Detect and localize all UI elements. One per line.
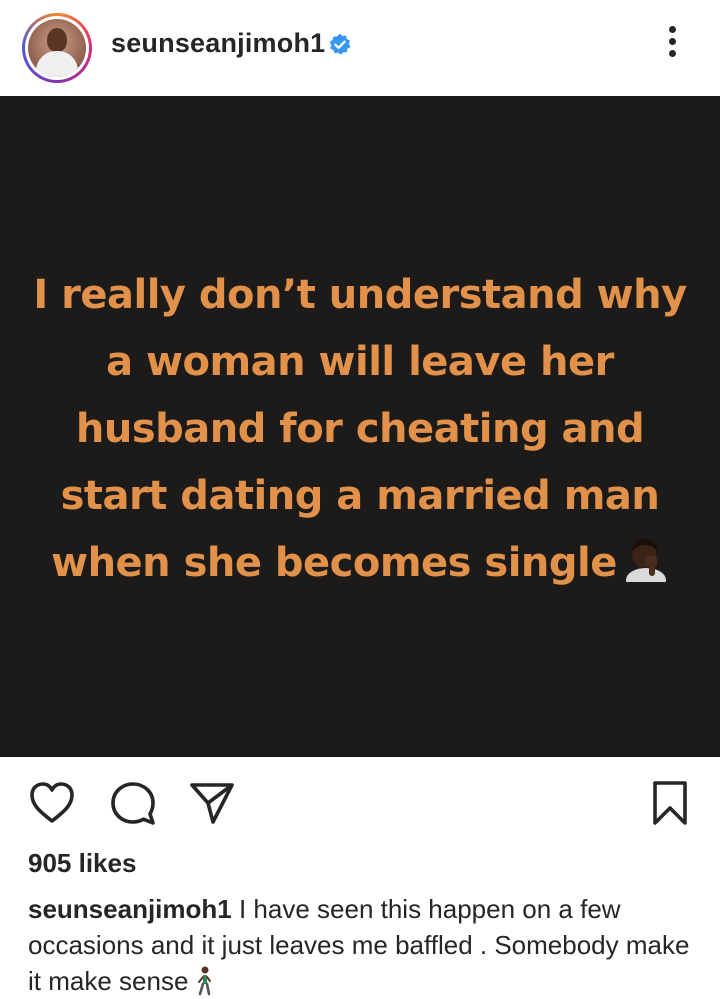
bookmark-icon[interactable] [652, 780, 688, 826]
facepalm-emoji-icon [625, 539, 666, 582]
post-username[interactable]: seunseanjimoh1 [111, 28, 325, 59]
post-caption: seunseanjimoh1 I have seen this happen o… [28, 891, 698, 999]
verified-badge-icon [329, 33, 351, 55]
action-bar [0, 757, 720, 847]
heart-icon[interactable] [28, 781, 76, 825]
more-options-icon[interactable] [660, 26, 684, 66]
post-image[interactable]: I really don’t understand why a woman wi… [0, 96, 720, 757]
person-walking-emoji-icon [198, 966, 212, 996]
avatar[interactable] [28, 19, 86, 77]
likes-count[interactable]: 905 likes [28, 848, 136, 879]
post-header: seunseanjimoh1 [0, 0, 720, 96]
comment-icon[interactable] [110, 781, 156, 827]
post-text: I really don’t understand why a woman wi… [20, 262, 700, 597]
caption-username[interactable]: seunseanjimoh1 [28, 894, 232, 924]
story-ring[interactable] [22, 13, 92, 83]
share-icon[interactable] [189, 781, 235, 825]
